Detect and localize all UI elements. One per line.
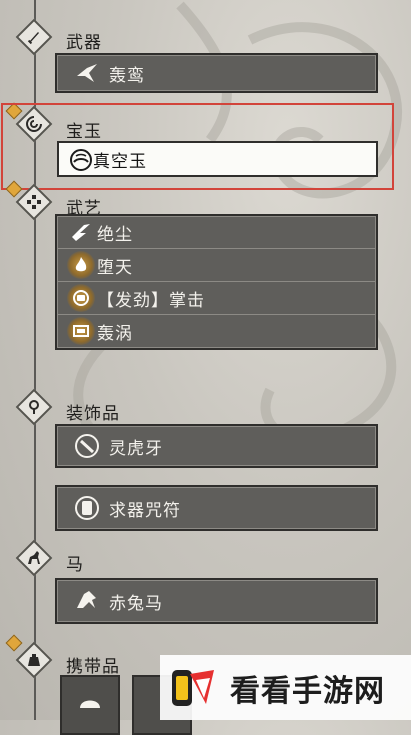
item-label: 【发劲】掌击 bbox=[97, 290, 205, 311]
dash-icon bbox=[67, 218, 95, 246]
category-node-ornament bbox=[14, 387, 54, 427]
site-watermark: 看看手游网 bbox=[160, 655, 411, 720]
item-row[interactable]: 堕天 bbox=[57, 248, 376, 281]
item-row[interactable]: 【发劲】掌击 bbox=[57, 281, 376, 314]
red-hare-icon bbox=[73, 587, 101, 615]
category-label-weapon: 武器 bbox=[66, 33, 102, 53]
vortex-icon bbox=[67, 317, 95, 345]
horse-icon bbox=[14, 538, 54, 578]
kk-logo-icon bbox=[166, 660, 222, 716]
ornament-icon bbox=[14, 387, 54, 427]
item-slot-horse[interactable]: 赤兔马 bbox=[55, 578, 378, 624]
spin-blade-icon bbox=[73, 59, 101, 87]
category-node-horse bbox=[14, 538, 54, 578]
pouch-icon bbox=[14, 640, 54, 680]
item-label: 赤兔马 bbox=[109, 593, 163, 614]
fist-icon bbox=[67, 284, 95, 312]
item-row[interactable]: 绝尘 bbox=[57, 216, 376, 248]
item-label: 堕天 bbox=[97, 257, 133, 278]
watermark-text: 看看手游网 bbox=[230, 673, 385, 709]
talisman-icon bbox=[73, 494, 101, 522]
item-label: 求器咒符 bbox=[109, 500, 181, 521]
item-slot-ornament[interactable]: 求器咒符 bbox=[55, 485, 378, 531]
category-node-weapon bbox=[14, 17, 54, 57]
pouch-slot[interactable] bbox=[60, 675, 120, 735]
bun-icon bbox=[76, 689, 104, 717]
item-label: 灵虎牙 bbox=[109, 438, 163, 459]
item-slot-weapon[interactable]: 轰鸾 bbox=[55, 53, 378, 93]
item-label: 轰涡 bbox=[97, 323, 133, 344]
category-label-ornament: 装饰品 bbox=[66, 404, 120, 424]
item-group-martial: 绝尘 堕天 【发劲】掌击 轰涡 bbox=[55, 214, 378, 350]
category-label-horse: 马 bbox=[66, 555, 84, 575]
sword-icon bbox=[14, 17, 54, 57]
category-label-pouch: 携带品 bbox=[66, 657, 120, 677]
flame-icon bbox=[67, 251, 95, 279]
martial-icon bbox=[14, 182, 54, 222]
category-node-pouch bbox=[14, 640, 54, 680]
item-row[interactable]: 轰涡 bbox=[57, 314, 376, 347]
tiger-fang-icon bbox=[73, 432, 101, 460]
item-slot-ornament[interactable]: 灵虎牙 bbox=[55, 424, 378, 468]
item-label: 轰鸾 bbox=[109, 65, 145, 86]
item-label: 绝尘 bbox=[97, 224, 133, 245]
selection-highlight bbox=[1, 103, 394, 190]
category-node-martial bbox=[14, 182, 54, 222]
